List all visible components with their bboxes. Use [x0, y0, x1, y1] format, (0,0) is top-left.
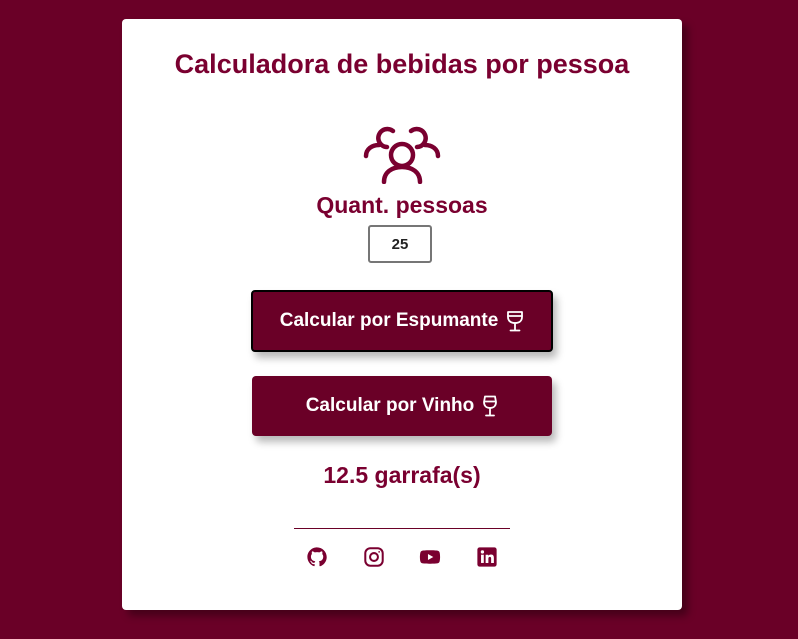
social-links: [306, 546, 498, 568]
github-icon[interactable]: [306, 546, 328, 568]
champagne-glass-icon: [506, 310, 524, 332]
vinho-button-label: Calcular por Vinho: [305, 395, 475, 416]
calculate-vinho-button[interactable]: Calcular por Vinho: [252, 376, 552, 436]
youtube-icon[interactable]: [419, 546, 441, 568]
quantity-label: Quant. pessoas: [316, 192, 488, 218]
users-icon: [362, 122, 442, 185]
calculator-card: Calculadora de bebidas por pessoa Quant.…: [122, 19, 682, 610]
linkedin-icon[interactable]: [476, 546, 498, 568]
result-text: 12.5 garrafa(s): [323, 462, 481, 488]
calculate-espumante-button[interactable]: Calcular por Espumante: [251, 290, 553, 352]
footer-divider: [294, 528, 510, 529]
espumante-button-label: Calcular por Espumante: [279, 310, 499, 331]
wine-glass-icon: [482, 395, 498, 417]
instagram-icon[interactable]: [363, 546, 385, 568]
quantity-input[interactable]: [368, 225, 432, 263]
page-title: Calculadora de bebidas por pessoa: [174, 49, 630, 79]
